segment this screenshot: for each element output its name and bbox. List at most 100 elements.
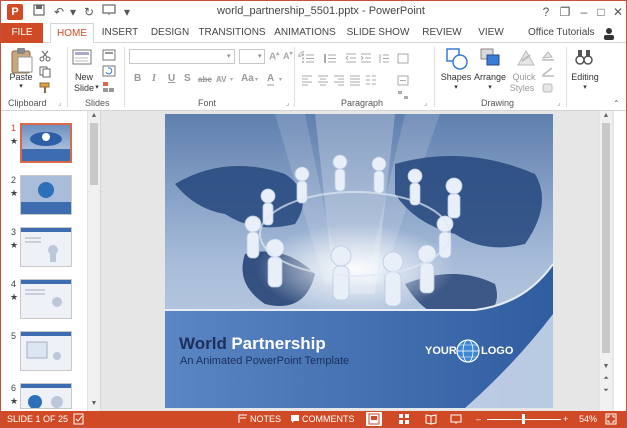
tab-review[interactable]: REVIEW (418, 23, 466, 43)
scroll-down-arrow-icon[interactable]: ▼ (600, 363, 612, 370)
font-size-dropdown-icon[interactable]: ▾ (258, 52, 262, 60)
slide-show-view-icon[interactable] (450, 413, 462, 427)
tab-design[interactable]: DESIGN (148, 23, 192, 43)
tab-home[interactable]: HOME (50, 23, 94, 44)
redo-icon[interactable]: ↻ (81, 4, 97, 20)
collapse-ribbon-icon[interactable]: ⌃ (613, 99, 620, 108)
zoom-level[interactable]: 54% (579, 414, 597, 424)
zoom-out-button[interactable]: – (476, 414, 481, 424)
font-name-dropdown-icon[interactable]: ▾ (227, 52, 231, 60)
zoom-in-button[interactable]: + (563, 414, 568, 424)
comments-icon[interactable] (290, 414, 300, 426)
drawing-launcher-icon[interactable]: ⌟ (557, 99, 560, 107)
line-spacing-icon[interactable] (378, 51, 390, 69)
tab-animations[interactable]: ANIMATIONS (272, 23, 338, 43)
help-icon[interactable]: ? (537, 3, 555, 21)
convert-to-smartart-icon[interactable] (397, 87, 409, 105)
ribbon-display-options-icon[interactable]: ❐ (556, 3, 574, 21)
slide-title[interactable]: World Partnership (179, 334, 326, 354)
slide-thumbnail-3[interactable] (20, 227, 72, 267)
shapes-dropdown-icon[interactable]: ▾ (452, 83, 460, 91)
justify-icon[interactable] (349, 73, 361, 91)
text-direction-icon[interactable] (397, 51, 409, 69)
align-right-icon[interactable] (333, 73, 345, 91)
slide-scrollbar[interactable]: ▲ ▼ ⏶ ⏷ (599, 111, 612, 411)
scroll-up-arrow-icon[interactable]: ▲ (600, 112, 612, 119)
tab-transitions[interactable]: TRANSITIONS (198, 23, 266, 43)
editing-icon[interactable] (574, 47, 594, 74)
scroll-thumb[interactable] (602, 123, 610, 353)
account-name[interactable]: Office Tutorials (528, 23, 595, 43)
change-case-button[interactable]: Aa (241, 73, 254, 84)
scroll-thumb[interactable] (90, 123, 98, 185)
slide-thumbnails-pane[interactable]: 1 ★ 2 ★ 3 ★ 4 ★ 5 6 ★ ▲ ▼ (1, 111, 101, 411)
normal-view-icon[interactable] (366, 412, 382, 426)
increase-indent-icon[interactable] (360, 51, 372, 69)
tab-slide-show[interactable]: SLIDE SHOW (346, 23, 410, 43)
shapes-button-label[interactable]: Shapes (439, 72, 473, 82)
clipboard-launcher-icon[interactable]: ⌟ (58, 99, 61, 107)
thumbnails-scrollbar[interactable]: ▲ ▼ (87, 111, 100, 411)
fit-slide-to-window-icon[interactable] (605, 413, 617, 427)
close-icon[interactable]: ✕ (609, 3, 626, 21)
scroll-up-arrow-icon[interactable]: ▲ (88, 112, 100, 119)
new-slide-dropdown-icon[interactable]: ▾ (93, 83, 101, 91)
comments-button[interactable]: COMMENTS (302, 414, 355, 424)
next-slide-icon[interactable]: ⏷ (600, 387, 612, 395)
start-from-beginning-icon[interactable] (101, 4, 117, 20)
bullets-icon[interactable] (301, 51, 315, 69)
slide-thumbnail-4[interactable] (20, 279, 72, 319)
arrange-dropdown-icon[interactable]: ▾ (486, 83, 494, 91)
maximize-icon[interactable]: □ (592, 3, 610, 21)
font-launcher-icon[interactable]: ⌟ (286, 99, 289, 107)
align-left-icon[interactable] (301, 73, 313, 91)
paragraph-launcher-icon[interactable]: ⌟ (424, 99, 427, 107)
quick-styles-label-line2[interactable]: Styles (507, 83, 537, 93)
slide-sorter-view-icon[interactable] (398, 413, 410, 427)
section-icon[interactable] (102, 80, 116, 98)
bold-button[interactable]: B (134, 73, 141, 84)
font-color-dropdown-icon[interactable]: ▾ (279, 76, 282, 83)
columns-icon[interactable] (365, 73, 377, 91)
tab-file[interactable]: FILE (1, 23, 43, 43)
powerpoint-logo-icon[interactable]: P (7, 4, 23, 20)
numbering-icon[interactable] (323, 51, 337, 69)
customize-qat-icon[interactable]: ▾ (119, 4, 135, 20)
scroll-down-arrow-icon[interactable]: ▼ (88, 400, 100, 407)
character-spacing-dropdown-icon[interactable]: ▾ (230, 76, 233, 83)
slide-thumbnail-5[interactable] (20, 331, 72, 371)
editing-button-label[interactable]: Editing (569, 72, 601, 82)
tab-view[interactable]: VIEW (473, 23, 509, 43)
notes-button[interactable]: NOTES (250, 414, 281, 424)
change-case-dropdown-icon[interactable]: ▾ (255, 76, 258, 83)
italic-button[interactable]: I (152, 73, 156, 84)
paste-dropdown-icon[interactable]: ▾ (17, 82, 25, 90)
notes-icon[interactable] (238, 414, 248, 426)
strikethrough-button[interactable]: abc (198, 75, 212, 84)
new-slide-label-line1[interactable]: New (69, 72, 99, 82)
slide-thumbnail-1[interactable] (20, 123, 72, 163)
decrease-font-size-icon[interactable]: A▾ (283, 50, 293, 61)
new-slide-icon[interactable] (72, 47, 94, 74)
slide-thumbnail-2[interactable] (20, 175, 72, 215)
slide-editing-area[interactable]: World Partnership An Animated PowerPoint… (101, 111, 614, 411)
slide-subtitle[interactable]: An Animated PowerPoint Template (180, 355, 349, 367)
underline-button[interactable]: U (168, 73, 175, 84)
arrange-button-label[interactable]: Arrange (472, 72, 508, 82)
editing-dropdown-icon[interactable]: ▾ (581, 83, 589, 91)
current-slide[interactable]: World Partnership An Animated PowerPoint… (165, 114, 553, 408)
minimize-icon[interactable]: – (575, 3, 593, 21)
decrease-indent-icon[interactable] (345, 51, 357, 69)
previous-slide-icon[interactable]: ⏶ (600, 375, 612, 383)
format-painter-icon[interactable] (39, 81, 51, 99)
text-shadow-button[interactable]: S (184, 73, 191, 84)
character-spacing-button[interactable]: AV (216, 75, 227, 84)
font-name-combobox[interactable] (129, 49, 235, 64)
paste-button-label[interactable]: Paste (7, 72, 35, 82)
zoom-slider-thumb[interactable] (522, 414, 525, 424)
quick-styles-label-line1[interactable]: Quick (509, 72, 539, 82)
align-center-icon[interactable] (317, 73, 329, 91)
save-icon[interactable] (31, 4, 47, 20)
reading-view-icon[interactable] (425, 413, 437, 427)
account-avatar-icon[interactable] (602, 26, 616, 40)
